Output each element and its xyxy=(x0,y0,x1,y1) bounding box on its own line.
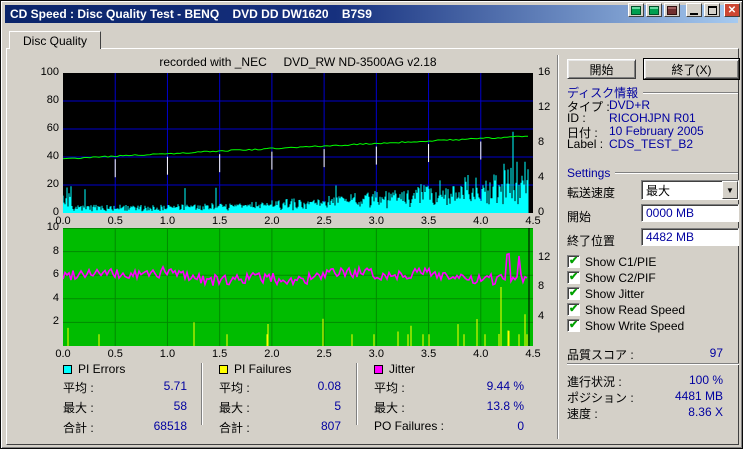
disc-tool-icon xyxy=(631,5,641,15)
maximize-icon xyxy=(707,5,717,15)
legend-title: Jitter xyxy=(389,362,416,376)
check-icon-0: ✔ xyxy=(569,255,579,267)
start-button-label: 開始 xyxy=(589,62,614,77)
stat-value: 5.71 xyxy=(163,379,187,393)
quality-score-value: 97 xyxy=(709,346,723,360)
stat-label: 合計 : xyxy=(63,421,94,435)
checkbox-label-show-jitter: Show Jitter xyxy=(585,287,645,301)
close-icon: ✕ xyxy=(727,4,737,16)
disc-date-value: 10 February 2005 xyxy=(609,124,704,138)
transfer-speed-value: 最大 xyxy=(646,183,671,198)
window-title: CD Speed : Disc Quality Test - BENQ DVD … xyxy=(10,7,372,21)
checkbox-label-show-write-speed: Show Write Speed xyxy=(585,319,685,333)
stat-value: 68518 xyxy=(153,419,187,433)
checkbox-label-show-c2-pif: Show C2/PIF xyxy=(585,271,656,285)
stat-label: 合計 : xyxy=(219,421,250,435)
stat-label: 平均 : xyxy=(63,381,94,395)
disc-type-value: DVD+R xyxy=(609,98,651,112)
pi-errors-swatch-icon xyxy=(63,364,72,374)
check-icon-2: ✔ xyxy=(569,287,579,299)
legend-title: PI Errors xyxy=(78,362,126,376)
transfer-speed-label: 転送速度 xyxy=(567,186,616,200)
check-icon-1: ✔ xyxy=(569,271,579,283)
checkbox-label-show-read-speed: Show Read Speed xyxy=(585,303,686,317)
pi-errors-speed-chart xyxy=(62,73,533,213)
disc-id-label: ID : xyxy=(567,111,586,125)
legend-divider xyxy=(201,363,203,425)
check-icon-4: ✔ xyxy=(569,319,579,331)
stat-value: 0 xyxy=(517,419,524,433)
legend-title: PI Failures xyxy=(234,362,292,376)
stat-label: PO Failures : xyxy=(374,419,445,433)
speed-label: 速度 : xyxy=(567,407,598,421)
disc-id-value: RICOHJPN R01 xyxy=(609,111,696,125)
minimize-icon xyxy=(690,12,698,15)
stat-label: 最大 : xyxy=(219,401,250,415)
close-button[interactable]: ✕ xyxy=(724,3,740,17)
position-label: ポジション : xyxy=(567,391,634,405)
maximize-button[interactable] xyxy=(704,3,720,17)
app-window: CD Speed : Disc Quality Test - BENQ DVD … xyxy=(0,0,743,449)
recorded-with-note: recorded with _NEC DVD_RW ND-3500AG v2.1… xyxy=(159,55,437,69)
stat-value: 0.08 xyxy=(317,379,341,393)
stat-value: 9.44 % xyxy=(486,379,524,393)
pi-failures-jitter-chart xyxy=(62,228,533,346)
start-position-input[interactable] xyxy=(641,204,739,222)
panel-divider xyxy=(557,55,559,439)
title-tool-button-1[interactable] xyxy=(628,3,644,17)
start-button[interactable]: 開始 xyxy=(567,59,636,79)
settings-section-header: Settings xyxy=(567,166,738,180)
checkbox-show-c2-pif[interactable]: ✔ xyxy=(567,271,580,284)
stat-label: 最大 : xyxy=(63,401,94,415)
legend-pi-errors: PI Errors 平均 : 5.71 最大 : 58 合計 : 68518 xyxy=(63,362,187,436)
minimize-button[interactable] xyxy=(686,3,702,17)
pi-failures-swatch-icon xyxy=(219,364,228,374)
position-value: 4481 MB xyxy=(674,389,723,403)
title-tool-button-2[interactable] xyxy=(646,3,662,17)
stat-label: 最大 : xyxy=(374,401,405,415)
exit-button-label: 終了(X) xyxy=(671,62,712,77)
stat-label: 平均 : xyxy=(219,381,250,395)
title-tool-button-3[interactable] xyxy=(664,3,680,17)
legend-jitter: Jitter 平均 : 9.44 % 最大 : 13.8 % PO Failures… xyxy=(374,362,524,433)
tab-disc-quality[interactable]: Disc Quality xyxy=(9,31,101,49)
end-position-label: 終了位置 xyxy=(567,234,616,248)
settings-section-title: Settings xyxy=(567,166,611,180)
end-position-input[interactable] xyxy=(641,228,739,246)
progress-label: 進行状況 : xyxy=(567,375,622,389)
stat-value: 807 xyxy=(320,419,341,433)
speed-value: 8.36 X xyxy=(688,405,723,419)
chevron-down-icon[interactable]: ▼ xyxy=(722,181,738,199)
legend-pi-failures: PI Failures 平均 : 0.08 最大 : 5 合計 : 807 xyxy=(219,362,341,436)
disc-tool-icon xyxy=(667,5,677,15)
disc-tool-icon xyxy=(649,5,659,15)
checkbox-show-read-speed[interactable]: ✔ xyxy=(567,303,580,316)
status-divider xyxy=(567,363,739,365)
progress-value: 100 % xyxy=(688,373,723,387)
stat-value: 58 xyxy=(173,399,187,413)
tab-label: Disc Quality xyxy=(22,33,87,48)
transfer-speed-select[interactable]: 最大 ▼ xyxy=(641,180,739,200)
disc-label-label: Label : xyxy=(567,137,604,151)
caption-buttons: ✕ xyxy=(626,3,740,17)
start-position-label: 開始 xyxy=(567,210,592,224)
check-icon-3: ✔ xyxy=(569,303,579,315)
disc-label-value: CDS_TEST_B2 xyxy=(609,137,694,151)
checkbox-show-c1-pie[interactable]: ✔ xyxy=(567,255,580,268)
stat-value: 5 xyxy=(334,399,341,413)
checkbox-label-show-c1-pie: Show C1/PIE xyxy=(585,255,657,269)
stat-value: 13.8 % xyxy=(486,399,524,413)
checkbox-show-jitter[interactable]: ✔ xyxy=(567,287,580,300)
legend-divider xyxy=(356,363,358,425)
exit-button[interactable]: 終了(X) xyxy=(643,58,740,80)
checkbox-show-write-speed[interactable]: ✔ xyxy=(567,319,580,332)
jitter-swatch-icon xyxy=(374,364,383,374)
stat-label: 平均 : xyxy=(374,381,405,395)
quality-score-label: 品質スコア : xyxy=(567,348,634,362)
